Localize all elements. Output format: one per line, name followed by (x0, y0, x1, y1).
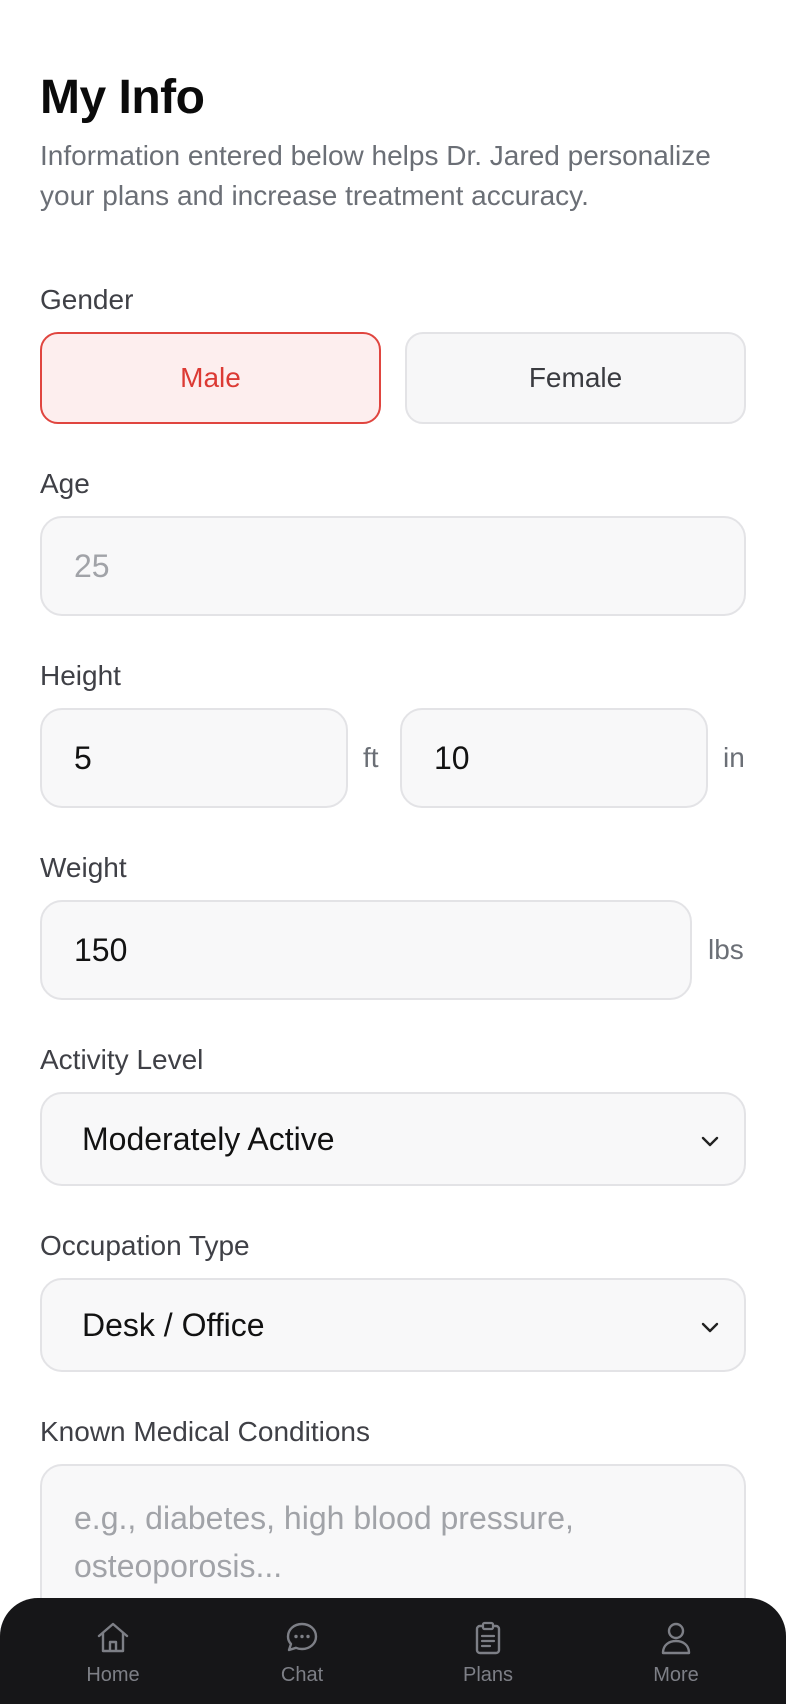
page-title: My Info (40, 71, 205, 124)
gender-male-button[interactable]: Male (40, 332, 381, 424)
tab-chat[interactable]: Chat (242, 1618, 362, 1687)
height-inches-unit: in (723, 742, 745, 773)
clipboard-icon (475, 1621, 501, 1655)
height-inches-input[interactable]: 10 (400, 708, 708, 808)
weight-input[interactable]: 150 (40, 900, 692, 1000)
chevron-down-icon (701, 1136, 719, 1147)
tab-chat-label: Chat (280, 1664, 324, 1686)
tab-home[interactable]: Home (53, 1618, 173, 1687)
weight-unit: lbs (708, 934, 744, 965)
height-label: Height (40, 660, 121, 691)
tab-plans[interactable]: Plans (428, 1618, 548, 1687)
bottom-tab-bar: Home Chat Plans More (0, 1598, 786, 1704)
page-subtitle: Information entered below helps Dr. Jare… (40, 140, 711, 211)
weight-label: Weight (40, 852, 127, 883)
chat-icon (286, 1622, 318, 1652)
gender-label: Gender (40, 284, 134, 315)
tab-more[interactable]: More (616, 1618, 736, 1687)
height-feet-input[interactable]: 5 (40, 708, 348, 808)
chevron-down-icon (701, 1322, 719, 1333)
tab-plans-label: Plans (462, 1664, 514, 1686)
age-input[interactable]: 25 (40, 516, 746, 616)
tab-home-label: Home (86, 1664, 140, 1686)
tab-more-label: More (653, 1664, 699, 1686)
occupation-type-label: Occupation Type (40, 1230, 250, 1261)
height-feet-unit: ft (363, 742, 379, 773)
gender-female-button[interactable]: Female (405, 332, 746, 424)
activity-level-label: Activity Level (40, 1044, 204, 1075)
age-label: Age (40, 468, 90, 499)
my-info-screen: My Info Information entered below helps … (0, 0, 786, 1704)
medical-conditions-label: Known Medical Conditions (40, 1416, 370, 1447)
occupation-type-select[interactable]: Desk / Office (40, 1278, 746, 1372)
person-icon (661, 1622, 691, 1655)
home-icon (97, 1622, 129, 1653)
occupation-type-value: Desk / Office (82, 1306, 265, 1343)
activity-level-select[interactable]: Moderately Active (40, 1092, 746, 1186)
activity-level-value: Moderately Active (82, 1120, 335, 1157)
